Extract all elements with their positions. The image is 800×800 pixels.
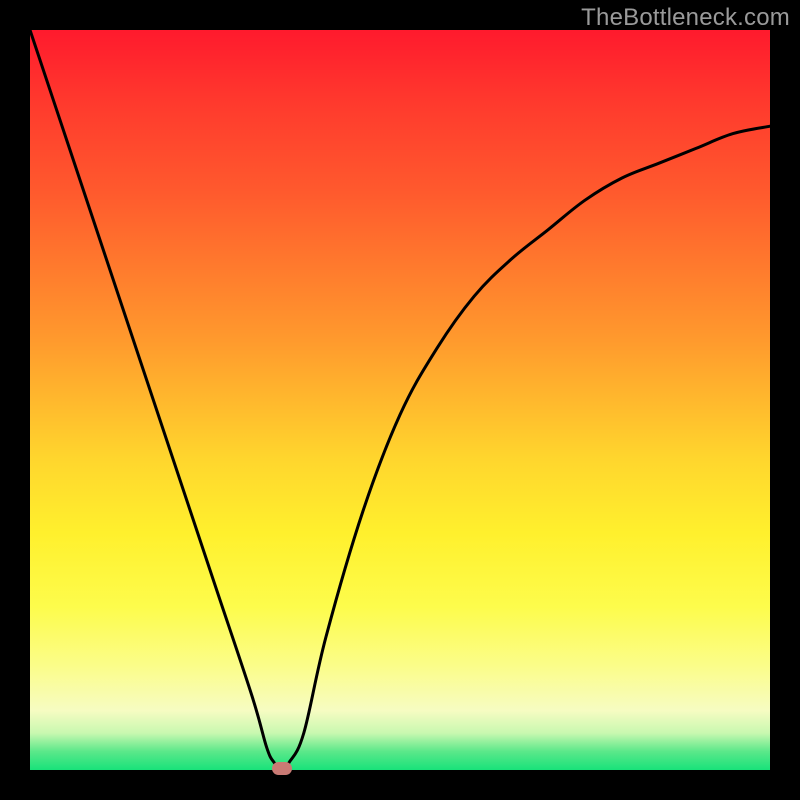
optimum-marker <box>272 762 292 775</box>
plot-area <box>30 30 770 770</box>
chart-frame: TheBottleneck.com <box>0 0 800 800</box>
watermark-text: TheBottleneck.com <box>581 4 790 32</box>
bottleneck-curve <box>30 30 770 770</box>
